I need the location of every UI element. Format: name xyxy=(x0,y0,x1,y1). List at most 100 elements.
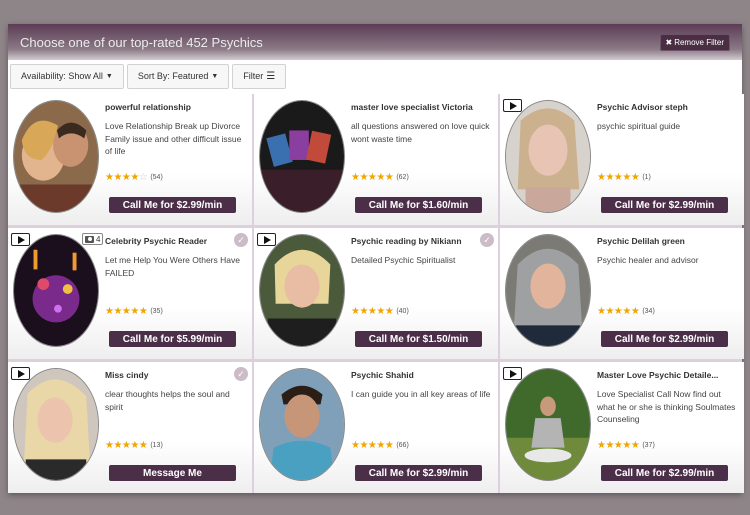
psychic-card[interactable]: Psychic Delilah green Psychic healer and… xyxy=(500,228,744,359)
psychic-photo[interactable] xyxy=(505,234,591,347)
hamburger-icon: ☰ xyxy=(266,70,276,82)
psychic-description: Love Specialist Call Now find out what h… xyxy=(597,389,736,424)
availability-label: Availability: Show All xyxy=(21,71,103,81)
psychic-description: clear thoughts helps the soul and spirit xyxy=(105,389,230,412)
call-button[interactable]: Call Me for $2.99/min xyxy=(355,465,482,481)
remove-filter-label: Remove Filter xyxy=(674,37,724,47)
rating: ★★★★☆ (54) xyxy=(105,172,163,183)
message-button[interactable]: Message Me xyxy=(109,465,236,481)
rating: ★★★★★ (37) xyxy=(597,440,655,451)
psychic-name[interactable]: Master Love Psychic Detaile... xyxy=(597,370,724,380)
panel-header: Choose one of our top-rated 452 Psychics… xyxy=(8,24,742,60)
psychic-card[interactable]: master love specialist Victoria all ques… xyxy=(254,94,498,225)
rating: ★★★★★ (34) xyxy=(597,306,655,317)
psychic-name[interactable]: Psychic Shahid xyxy=(351,370,478,380)
camera-icon xyxy=(85,235,94,243)
review-count: (40) xyxy=(396,308,409,315)
psychic-description: Detailed Psychic Spiritualist xyxy=(351,255,456,265)
photo-count: 4 xyxy=(96,234,101,244)
play-video-icon[interactable] xyxy=(11,367,30,380)
psychic-grid: powerful relationship Love Relationship … xyxy=(8,94,744,493)
psychic-card[interactable]: Psychic Advisor steph psychic spiritual … xyxy=(500,94,744,225)
review-count: (37) xyxy=(642,442,655,449)
psychic-card[interactable]: Master Love Psychic Detaile... Love Spec… xyxy=(500,362,744,493)
rating: ★★★★★ (13) xyxy=(105,440,163,451)
play-video-icon[interactable] xyxy=(11,233,30,246)
rating: ★★★★★ (40) xyxy=(351,306,409,317)
psychic-name[interactable]: Psychic reading by Nikiann xyxy=(351,236,478,246)
star-rating-icon: ★★★★★ xyxy=(351,172,394,183)
psychic-card[interactable]: 4 ✓ Celebrity Psychic Reader Let me Help… xyxy=(8,228,252,359)
page-title: Choose one of our top-rated 452 Psychics xyxy=(20,34,263,50)
psychic-photo[interactable] xyxy=(13,234,99,347)
psychic-photo[interactable] xyxy=(259,234,345,347)
psychic-photo[interactable] xyxy=(13,100,99,213)
star-rating-icon: ★★★★★ xyxy=(105,440,148,451)
star-rating-icon: ★★★★★ xyxy=(597,440,640,451)
psychic-description: Love Relationship Break up Divorce Famil… xyxy=(105,121,242,156)
rating: ★★★★★ (1) xyxy=(597,172,651,183)
filter-toolbar: Availability: Show All ▼ Sort By: Featur… xyxy=(8,60,742,92)
play-video-icon[interactable] xyxy=(503,367,522,380)
call-button[interactable]: Call Me for $2.99/min xyxy=(601,465,728,481)
psychic-card[interactable]: ✓ Psychic reading by Nikiann Detailed Ps… xyxy=(254,228,498,359)
rating: ★★★★★ (62) xyxy=(351,172,409,183)
psychic-name[interactable]: Miss cindy xyxy=(105,370,232,380)
psychic-photo[interactable] xyxy=(259,100,345,213)
call-button[interactable]: Call Me for $5.99/min xyxy=(109,331,236,347)
rating: ★★★★★ (66) xyxy=(351,440,409,451)
call-button[interactable]: Call Me for $2.99/min xyxy=(601,331,728,347)
check-icon: ✓ xyxy=(234,233,248,247)
star-rating-icon: ★★★★★ xyxy=(105,306,148,317)
sort-dropdown[interactable]: Sort By: Featured ▼ xyxy=(126,63,230,89)
psychic-photo[interactable] xyxy=(505,368,591,481)
check-icon: ✓ xyxy=(480,233,494,247)
psychic-name[interactable]: Psychic Delilah green xyxy=(597,236,724,246)
star-rating-icon: ★★★★☆ xyxy=(105,172,148,183)
psychic-photo[interactable] xyxy=(13,368,99,481)
caret-down-icon: ▼ xyxy=(211,72,219,80)
filter-label: Filter xyxy=(243,71,264,81)
psychic-card[interactable]: Psychic Shahid I can guide you in all ke… xyxy=(254,362,498,493)
psychic-photo[interactable] xyxy=(505,100,591,213)
review-count: (13) xyxy=(150,442,163,449)
psychics-panel: Choose one of our top-rated 452 Psychics… xyxy=(8,24,744,493)
call-button[interactable]: Call Me for $2.99/min xyxy=(601,197,728,213)
psychic-name[interactable]: Celebrity Psychic Reader xyxy=(105,236,232,246)
availability-dropdown[interactable]: Availability: Show All ▼ xyxy=(10,63,124,89)
psychic-card[interactable]: powerful relationship Love Relationship … xyxy=(8,94,252,225)
remove-filter-button[interactable]: ✖ Remove Filter xyxy=(659,33,730,51)
photo-count-badge[interactable]: 4 xyxy=(82,233,104,245)
call-button[interactable]: Call Me for $2.99/min xyxy=(109,197,236,213)
play-video-icon[interactable] xyxy=(257,233,276,246)
review-count: (62) xyxy=(396,174,409,181)
review-count: (1) xyxy=(642,174,651,181)
star-rating-icon: ★★★★★ xyxy=(351,306,394,317)
psychic-name[interactable]: powerful relationship xyxy=(105,102,232,112)
play-video-icon[interactable] xyxy=(503,99,522,112)
psychic-photo[interactable] xyxy=(259,368,345,481)
psychic-name[interactable]: Psychic Advisor steph xyxy=(597,102,724,112)
call-button[interactable]: Call Me for $1.60/min xyxy=(355,197,482,213)
star-rating-icon: ★★★★★ xyxy=(597,172,640,183)
psychic-description: all questions answered on love quick won… xyxy=(351,121,490,144)
psychic-description: I can guide you in all key areas of life xyxy=(351,389,491,399)
check-icon: ✓ xyxy=(234,367,248,381)
review-count: (34) xyxy=(642,308,655,315)
rating: ★★★★★ (35) xyxy=(105,306,163,317)
filter-button[interactable]: Filter ☰ xyxy=(232,63,287,89)
psychic-name[interactable]: master love specialist Victoria xyxy=(351,102,478,112)
psychic-description: psychic spiritual guide xyxy=(597,121,681,131)
review-count: (35) xyxy=(150,308,163,315)
psychic-description: Psychic healer and advisor xyxy=(597,255,699,265)
psychic-card[interactable]: ✓ Miss cindy clear thoughts helps the so… xyxy=(8,362,252,493)
call-button[interactable]: Call Me for $1.50/min xyxy=(355,331,482,347)
sort-label: Sort By: Featured xyxy=(137,71,209,81)
close-icon: ✖ xyxy=(665,37,673,47)
star-rating-icon: ★★★★★ xyxy=(351,440,394,451)
psychic-description: Let me Help You Were Others Have FAILED xyxy=(105,255,240,278)
review-count: (66) xyxy=(396,442,409,449)
review-count: (54) xyxy=(150,174,163,181)
star-rating-icon: ★★★★★ xyxy=(597,306,640,317)
caret-down-icon: ▼ xyxy=(105,72,113,80)
